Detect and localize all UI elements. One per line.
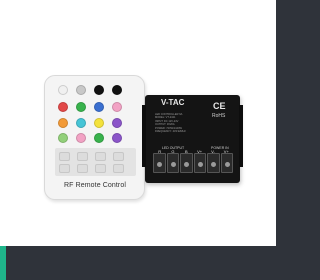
remote-button-yellow (94, 118, 104, 128)
remote-button-pink (112, 102, 122, 112)
terminal-screw (166, 153, 179, 173)
remote-button-orange (58, 118, 68, 128)
remote-button-pink-2 (76, 133, 86, 143)
terminal-screw (193, 153, 206, 173)
terminal-block (153, 153, 233, 173)
controller-left-fin (142, 105, 146, 167)
terminal-screw (180, 153, 193, 173)
remote-button-blue (94, 102, 104, 112)
spec-label: LED CONTROLLER 6A MODEL: VT-2421 INPUT: … (155, 113, 207, 133)
remote-button-black-2 (112, 85, 122, 95)
remote-key (113, 164, 124, 173)
spec-line: FREQUENCY: 433.92MHz (155, 130, 186, 134)
terminal-screw (207, 153, 220, 173)
remote-key (59, 152, 70, 161)
remote-button-green (76, 102, 86, 112)
terminal-screw (153, 153, 166, 173)
remote-button-light-green (58, 133, 68, 143)
remote-key (77, 152, 88, 161)
remote-button-purple (112, 118, 122, 128)
remote-button-purple-2 (112, 133, 122, 143)
remote-label: RF Remote Control (64, 182, 126, 189)
terminal-screw (220, 153, 233, 173)
rf-remote: RF Remote Control (44, 75, 145, 200)
remote-key (59, 164, 70, 173)
remote-button-white (58, 85, 68, 95)
brand-logo: V-TAC (161, 98, 185, 107)
remote-button-green-2 (94, 133, 104, 143)
remote-button-black (94, 85, 104, 95)
controller-right-fin (239, 105, 243, 167)
product-image-card: RF Remote Control V-TAC CE RoHS LED CONT… (0, 0, 276, 246)
led-controller: V-TAC CE RoHS LED CONTROLLER 6A MODEL: V… (142, 95, 243, 183)
remote-key (95, 152, 106, 161)
remote-key (77, 164, 88, 173)
ce-mark: CE (213, 101, 226, 111)
remote-button-grey (76, 85, 86, 95)
remote-key (113, 152, 124, 161)
remote-button-cyan (76, 118, 86, 128)
page-footer-band (6, 246, 276, 280)
rohs-mark: RoHS (212, 113, 226, 119)
remote-button-red (58, 102, 68, 112)
remote-key (95, 164, 106, 173)
